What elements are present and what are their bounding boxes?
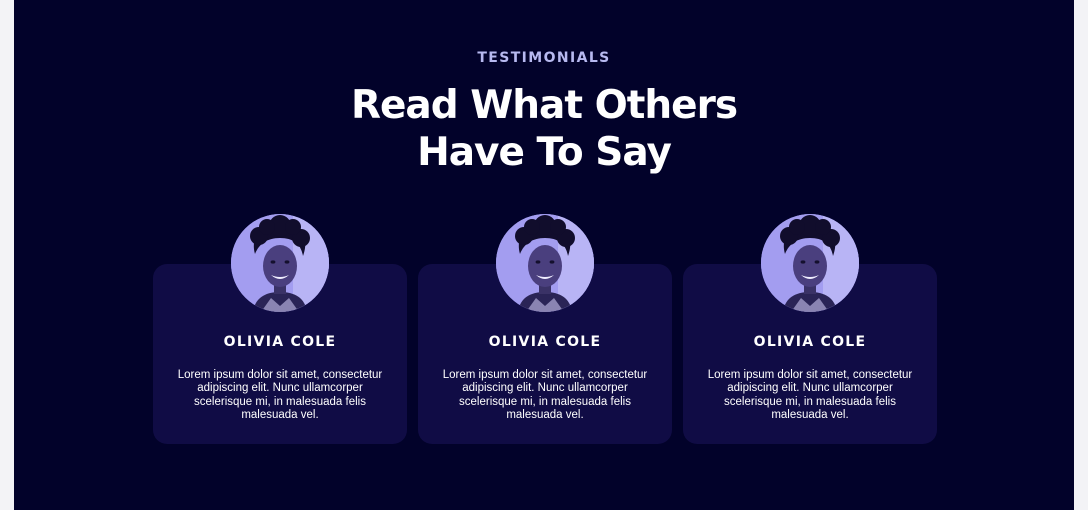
avatar-portrait-icon	[761, 214, 859, 312]
avatar-portrait-icon	[231, 214, 329, 312]
section-headline: Read What Others Have To Say	[14, 82, 1074, 176]
testimonial-text: Lorem ipsum dolor sit amet, consectetur …	[442, 369, 648, 421]
testimonial-text: Lorem ipsum dolor sit amet, consectetur …	[177, 369, 383, 421]
headline-line-2: Have To Say	[417, 130, 672, 175]
testimonial-name: OLIVIA COLE	[488, 334, 602, 350]
section-eyebrow: TESTIMONIALS	[477, 50, 611, 66]
testimonials-section: TESTIMONIALS Read What Others Have To Sa…	[14, 0, 1074, 510]
testimonial-name: OLIVIA COLE	[223, 334, 337, 350]
avatar-portrait-icon	[496, 214, 594, 312]
testimonial-name: OLIVIA COLE	[753, 334, 867, 350]
page: TESTIMONIALS Read What Others Have To Sa…	[0, 0, 1088, 510]
testimonial-text: Lorem ipsum dolor sit amet, consectetur …	[707, 369, 913, 421]
avatar	[761, 214, 859, 312]
avatar	[496, 214, 594, 312]
avatar	[231, 214, 329, 312]
headline-line-1: Read What Others	[350, 83, 738, 128]
